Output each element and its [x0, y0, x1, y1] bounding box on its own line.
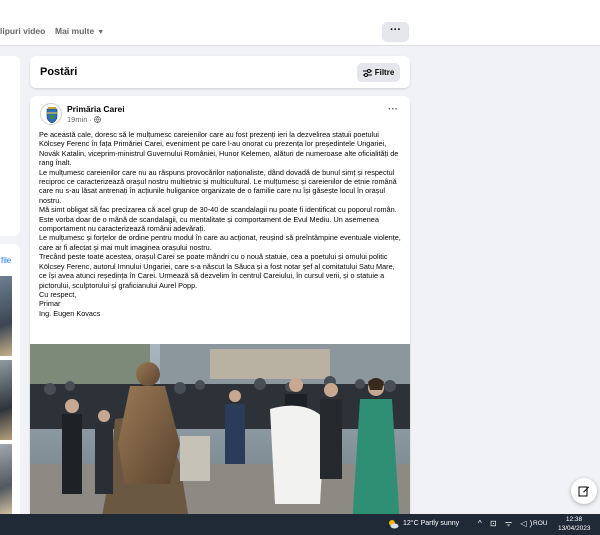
clock[interactable]: 12:38 13/04/2023	[558, 515, 591, 533]
edit-icon	[578, 486, 589, 497]
post-menu-button[interactable]: ···	[388, 104, 398, 115]
profile-tab-bar: lipuri video Mai multe ▼ ···	[0, 0, 600, 46]
globe-icon	[94, 116, 102, 124]
filter-button[interactable]: Filtre	[357, 63, 400, 82]
post-paragraph: Le mulțumesc și forțelor de ordine pentr…	[39, 233, 401, 252]
chevron-down-icon: ▼	[97, 29, 105, 36]
post-paragraph: Trecând peste toate acestea, orașul Care…	[39, 252, 395, 290]
post-time[interactable]: 19min	[67, 115, 87, 124]
weather-widget[interactable]: 12°C Partly sunny	[403, 520, 459, 527]
system-tray-icons[interactable]: ^ ⊡ ᯤ ◁)	[478, 518, 535, 529]
post-paragraph: Pe această cale, doresc să le mulțumesc …	[39, 130, 399, 168]
clock-date: 13/04/2023	[558, 525, 591, 532]
profile-options-button[interactable]: ···	[382, 22, 409, 42]
post-paragraph: Le mulțumesc careienilor care nu au răsp…	[39, 167, 397, 205]
post-author[interactable]: Primăria Carei	[67, 104, 125, 114]
intro-card	[0, 56, 20, 236]
photo-thumbnail[interactable]	[0, 444, 12, 514]
coat-of-arms-icon	[46, 107, 58, 124]
photo-thumbnail[interactable]	[0, 360, 12, 440]
windows-taskbar: 12°C Partly sunny ^ ⊡ ᯤ ◁) ROU 12:38 13/…	[0, 514, 600, 535]
photos-link[interactable]: file	[1, 256, 11, 265]
post-signoff: Cu respect,	[39, 289, 77, 299]
tab-more-label: Mai multe	[55, 26, 95, 36]
clock-time: 12:38	[565, 516, 583, 523]
tab-more[interactable]: Mai multe ▼	[55, 26, 104, 36]
filter-label: Filtre	[374, 68, 395, 77]
page-avatar[interactable]	[40, 103, 62, 125]
post-meta: 19min ·	[67, 115, 102, 124]
post-signoff: Ing. Eugen Kovacs	[39, 308, 101, 318]
post-signoff: Primar	[39, 299, 61, 309]
post-paragraph: Mă simt obligat să fac precizarea că ace…	[39, 205, 397, 234]
post: Primăria Carei 19min · ··· Pe această ca…	[30, 96, 410, 526]
filter-icon	[362, 68, 372, 77]
statue-unveiling-photo	[30, 344, 410, 526]
language-indicator[interactable]: ROU	[533, 520, 547, 527]
posts-title: Postări	[40, 66, 78, 78]
post-photo[interactable]	[30, 344, 410, 526]
compose-button[interactable]	[571, 478, 597, 504]
tab-videos[interactable]: lipuri video	[0, 26, 45, 36]
posts-header: Postări Filtre	[30, 56, 410, 88]
photo-thumbnail[interactable]	[0, 276, 12, 356]
post-text: Pe această cale, doresc să le mulțumesc …	[39, 130, 403, 318]
partly-sunny-icon	[389, 520, 399, 529]
